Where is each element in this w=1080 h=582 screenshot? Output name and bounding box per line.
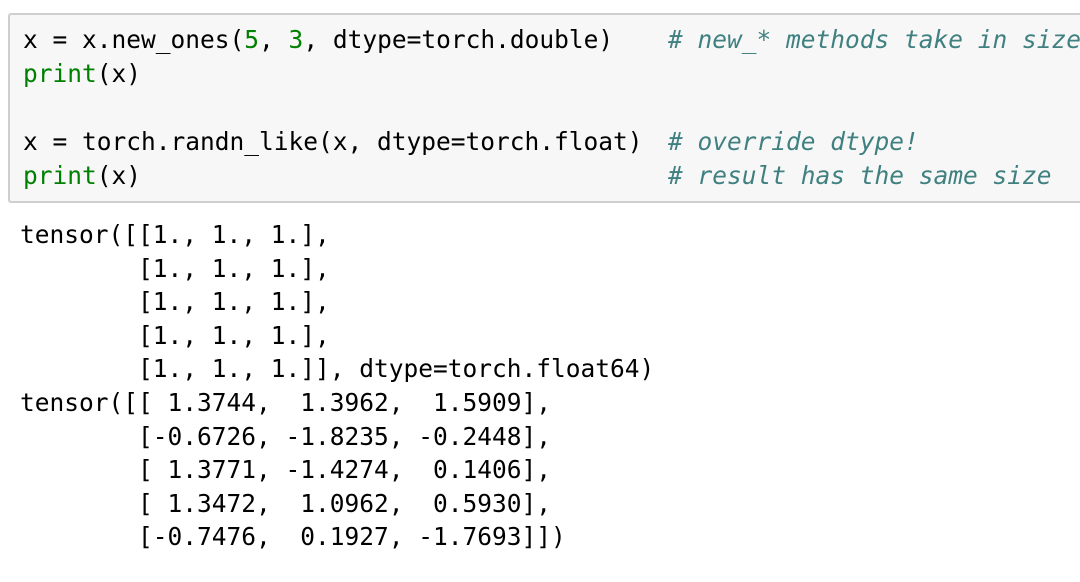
- code-line-1: x = x.new_ones(5, 3, dtype=torch.double): [23, 23, 613, 57]
- keyword-print: print: [23, 59, 97, 88]
- code-text: , dtype=torch.double): [303, 25, 614, 54]
- number-literal: 3: [288, 25, 304, 54]
- output-line: [ 1.3472, 1.0962, 0.5930],: [20, 488, 552, 518]
- code-line-4: x = torch.randn_like(x, dtype=torch.floa…: [23, 125, 643, 159]
- code-text: x = x.new_ones(: [23, 25, 245, 54]
- output-line: [ 1.3771, -1.4274, 0.1406],: [20, 455, 552, 485]
- code-input-cell[interactable]: x = x.new_ones(5, 3, dtype=torch.double)…: [8, 13, 1080, 203]
- cell-output-area: tensor([[1., 1., 1.], [1., 1., 1.], [1.,…: [20, 218, 654, 554]
- code-text: ,: [259, 25, 289, 54]
- code-text: (x): [96, 161, 142, 190]
- code-comment-1: # new_* methods take in sizes: [668, 25, 1080, 54]
- code-text: (x): [96, 59, 142, 88]
- code-text: x = torch.randn_like(x, dtype=torch.floa…: [23, 127, 643, 156]
- output-line: [-0.7476, 0.1927, -1.7693]]): [20, 522, 566, 552]
- output-line: [1., 1., 1.],: [20, 253, 330, 283]
- number-literal: 5: [244, 25, 260, 54]
- code-line-2: print(x): [23, 57, 141, 91]
- output-line: [1., 1., 1.],: [20, 287, 330, 317]
- output-line: tensor([[1., 1., 1.],: [20, 220, 330, 249]
- code-line-5: print(x): [23, 159, 141, 193]
- output-line: tensor([[ 1.3744, 1.3962, 1.5909],: [20, 387, 552, 417]
- output-line: [-0.6726, -1.8235, -0.2448],: [20, 421, 552, 451]
- keyword-print: print: [23, 161, 97, 190]
- code-comment-4: # override dtype!: [668, 127, 919, 156]
- output-line: [1., 1., 1.],: [20, 320, 330, 350]
- code-comment-5: # result has the same size: [668, 161, 1052, 190]
- output-line: [1., 1., 1.]], dtype=torch.float64): [20, 354, 655, 384]
